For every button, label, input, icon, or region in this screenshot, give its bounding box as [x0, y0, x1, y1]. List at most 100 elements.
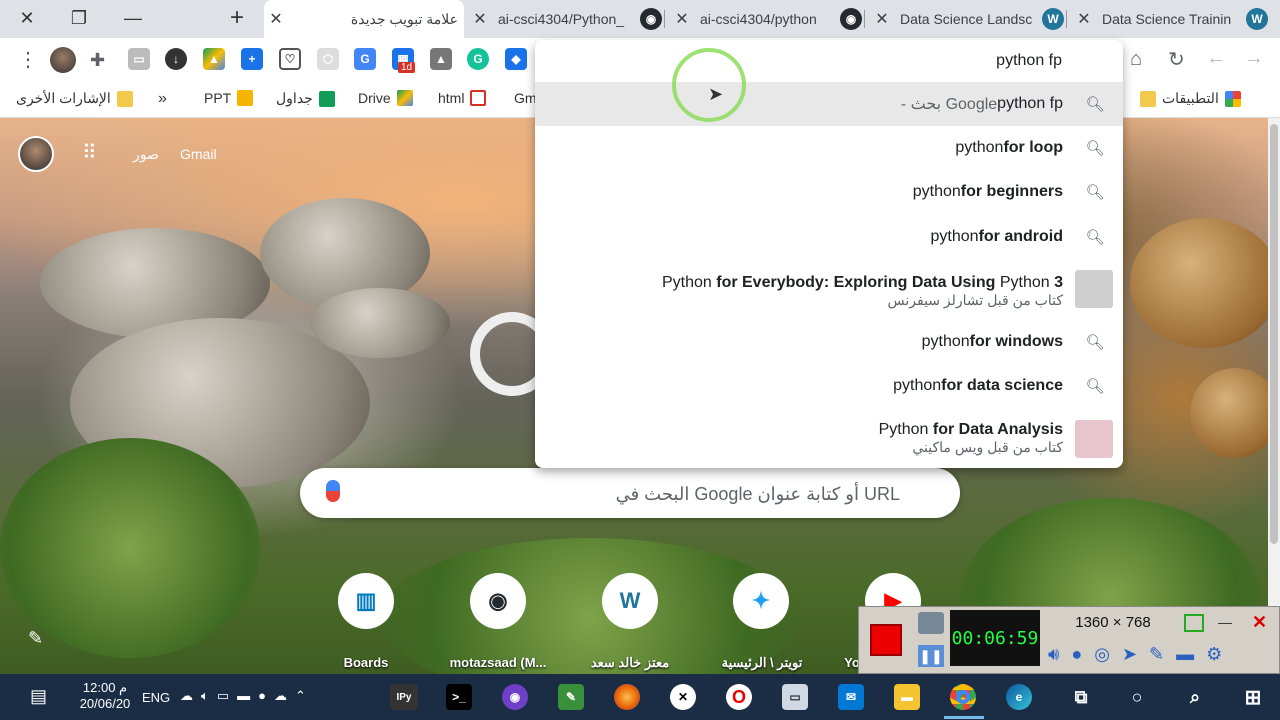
camera-extension-icon[interactable]: ▭: [128, 48, 150, 70]
tab-new-tab[interactable]: ✕ علامة تبويب جديدة: [264, 0, 464, 38]
bookmark-sheets[interactable]: جداول: [276, 90, 335, 107]
gmail-link[interactable]: Gmail: [180, 146, 217, 162]
cortana-icon[interactable]: ○: [1124, 684, 1150, 710]
back-icon[interactable]: ←: [1206, 47, 1226, 70]
bookmark-gm[interactable]: Gm: [514, 90, 537, 106]
task-view-icon[interactable]: ⧉: [1068, 684, 1094, 710]
restore-window-button[interactable]: ❐: [52, 0, 106, 36]
minimize-recorder-icon[interactable]: —: [1218, 614, 1240, 632]
shortcut-wordpress[interactable]: W: [602, 573, 658, 629]
mail-icon[interactable]: ✉: [838, 684, 864, 710]
graduation-cap-icon[interactable]: ◆: [505, 48, 527, 70]
bookmark-drive[interactable]: Drive: [358, 90, 413, 106]
suggestion-row[interactable]: - بحث Google python fp 🔍︎: [535, 82, 1123, 126]
new-tab-button[interactable]: +: [210, 0, 264, 36]
minimize-window-button[interactable]: —: [106, 0, 160, 36]
xbox-icon[interactable]: ✕: [670, 684, 696, 710]
network-icon[interactable]: ▬: [237, 688, 258, 703]
bookmark-apps[interactable]: التطبيقات: [1140, 90, 1241, 107]
drive-icon[interactable]: ▲: [430, 48, 452, 70]
windows-start-icon[interactable]: ⊞: [1240, 684, 1266, 710]
scrollbar-thumb[interactable]: [1270, 124, 1278, 544]
tab-github-2[interactable]: ✕ ai-csci4304/python ◉: [670, 0, 862, 38]
suggestion-row-book[interactable]: Python for Data Analysis كتاب من قبل ويس…: [535, 410, 1123, 466]
file-explorer-icon[interactable]: ▬: [894, 684, 920, 710]
translate-icon[interactable]: G: [354, 48, 376, 70]
camera-icon[interactable]: [918, 612, 944, 634]
volume-icon[interactable]: 🔈︎: [201, 688, 217, 703]
cloud-icon[interactable]: ☁: [180, 688, 201, 703]
chevron-up-icon[interactable]: ⌃: [295, 688, 314, 703]
suggestion-row[interactable]: python for beginners 🔍︎: [535, 170, 1123, 214]
image-editor-icon[interactable]: ✎: [558, 684, 584, 710]
close-window-button[interactable]: ✕: [0, 0, 54, 36]
home-icon[interactable]: ⌂: [1130, 48, 1142, 71]
suggestion-row[interactable]: python for data science 🔍︎: [535, 364, 1123, 408]
computer-icon[interactable]: ▭: [782, 684, 808, 710]
reload-icon[interactable]: ↻: [1168, 47, 1185, 72]
avatar[interactable]: [50, 47, 76, 73]
bookmarks-more-button[interactable]: »: [158, 90, 167, 108]
close-tab-icon[interactable]: ✕: [670, 9, 694, 29]
apps-launcher-icon[interactable]: ⠿: [82, 142, 97, 164]
clock[interactable]: 12:00 م 20/06/20: [72, 680, 138, 711]
grammarly-icon[interactable]: G: [467, 48, 489, 70]
speaker-icon[interactable]: 🔊︎: [1048, 644, 1071, 664]
close-tab-icon[interactable]: ✕: [870, 9, 894, 29]
bookmark-html[interactable]: html: [438, 90, 487, 106]
close-recorder-icon[interactable]: ✕: [1252, 612, 1274, 634]
firefox-icon[interactable]: [614, 684, 640, 710]
shortcut-trello[interactable]: ▥: [338, 573, 394, 629]
images-link[interactable]: صور: [133, 146, 159, 163]
microphone-icon[interactable]: [326, 480, 340, 502]
search-icon[interactable]: ⌕: [1182, 684, 1208, 710]
folder-icon[interactable]: ▬: [1176, 644, 1206, 664]
suggestion-row-book[interactable]: Python for Everybody: Exploring Data Usi…: [535, 262, 1123, 320]
close-tab-icon[interactable]: ✕: [264, 9, 288, 29]
profile-avatar[interactable]: [18, 136, 54, 172]
bookmark-other[interactable]: الإشارات الأخرى: [16, 90, 133, 107]
edge-icon[interactable]: e: [1006, 684, 1032, 710]
shield-extension-icon[interactable]: ⬡: [317, 48, 339, 70]
forward-icon[interactable]: →: [1244, 47, 1264, 70]
tab-wordpress-1[interactable]: ✕ Data Science Landsc W: [870, 0, 1064, 38]
microphone-icon[interactable]: ●: [1071, 644, 1094, 664]
shortcut-twitter[interactable]: ✦: [733, 573, 789, 629]
terminal-app-icon[interactable]: >_: [446, 684, 472, 710]
onedrive-icon[interactable]: ☁: [274, 688, 295, 703]
cursor-icon[interactable]: ➤: [1122, 644, 1149, 664]
notifications-icon[interactable]: ▤: [30, 686, 47, 707]
pause-button[interactable]: ❚❚: [918, 645, 944, 667]
region-icon[interactable]: [1184, 614, 1204, 632]
github-desktop-icon[interactable]: ◉: [502, 684, 528, 710]
customize-pencil-icon[interactable]: ✎: [28, 628, 43, 649]
add-extension-icon[interactable]: +: [241, 48, 263, 70]
ipython-app[interactable]: IPy: [390, 684, 418, 710]
menu-icon[interactable]: ⋮: [18, 50, 38, 70]
opera-icon[interactable]: O: [726, 684, 752, 710]
pocket-icon[interactable]: ♡: [279, 48, 301, 70]
drive-extension-icon[interactable]: ▲: [203, 48, 225, 70]
mic-icon[interactable]: ●: [258, 688, 274, 703]
settings-icon[interactable]: ⚙: [1206, 644, 1234, 664]
close-tab-icon[interactable]: ✕: [468, 9, 492, 29]
webcam-icon[interactable]: ◎: [1094, 644, 1122, 664]
bookmark-ppt[interactable]: PPT: [204, 90, 254, 106]
extensions-icon[interactable]: ✚: [90, 50, 105, 71]
suggestion-row[interactable]: python for windows 🔍︎: [535, 320, 1123, 364]
omnibox-input[interactable]: python fp: [750, 48, 1062, 74]
suggestion-row[interactable]: python for android 🔍︎: [535, 214, 1123, 260]
pen-icon[interactable]: ✎: [1149, 644, 1176, 664]
suggestion-row[interactable]: python for loop 🔍︎: [535, 126, 1123, 170]
tray-icons[interactable]: ☁🔈︎▭▬●☁⌃: [180, 688, 314, 704]
tab-github-1[interactable]: ✕ ai-csci4304/Python_ ◉: [468, 0, 662, 38]
shortcut-github[interactable]: ◉: [470, 573, 526, 629]
chrome-icon[interactable]: [950, 684, 976, 710]
display-icon[interactable]: ▭: [217, 688, 237, 703]
recorder-tools[interactable]: 🔊︎●◎➤✎▬⚙: [1048, 644, 1234, 665]
stop-record-button[interactable]: [870, 624, 902, 656]
download-icon[interactable]: ↓: [165, 48, 187, 70]
close-tab-icon[interactable]: ✕: [1072, 9, 1096, 29]
language-indicator[interactable]: ENG: [142, 690, 170, 705]
tab-wordpress-2[interactable]: ✕ Data Science Trainin W: [1072, 0, 1268, 38]
